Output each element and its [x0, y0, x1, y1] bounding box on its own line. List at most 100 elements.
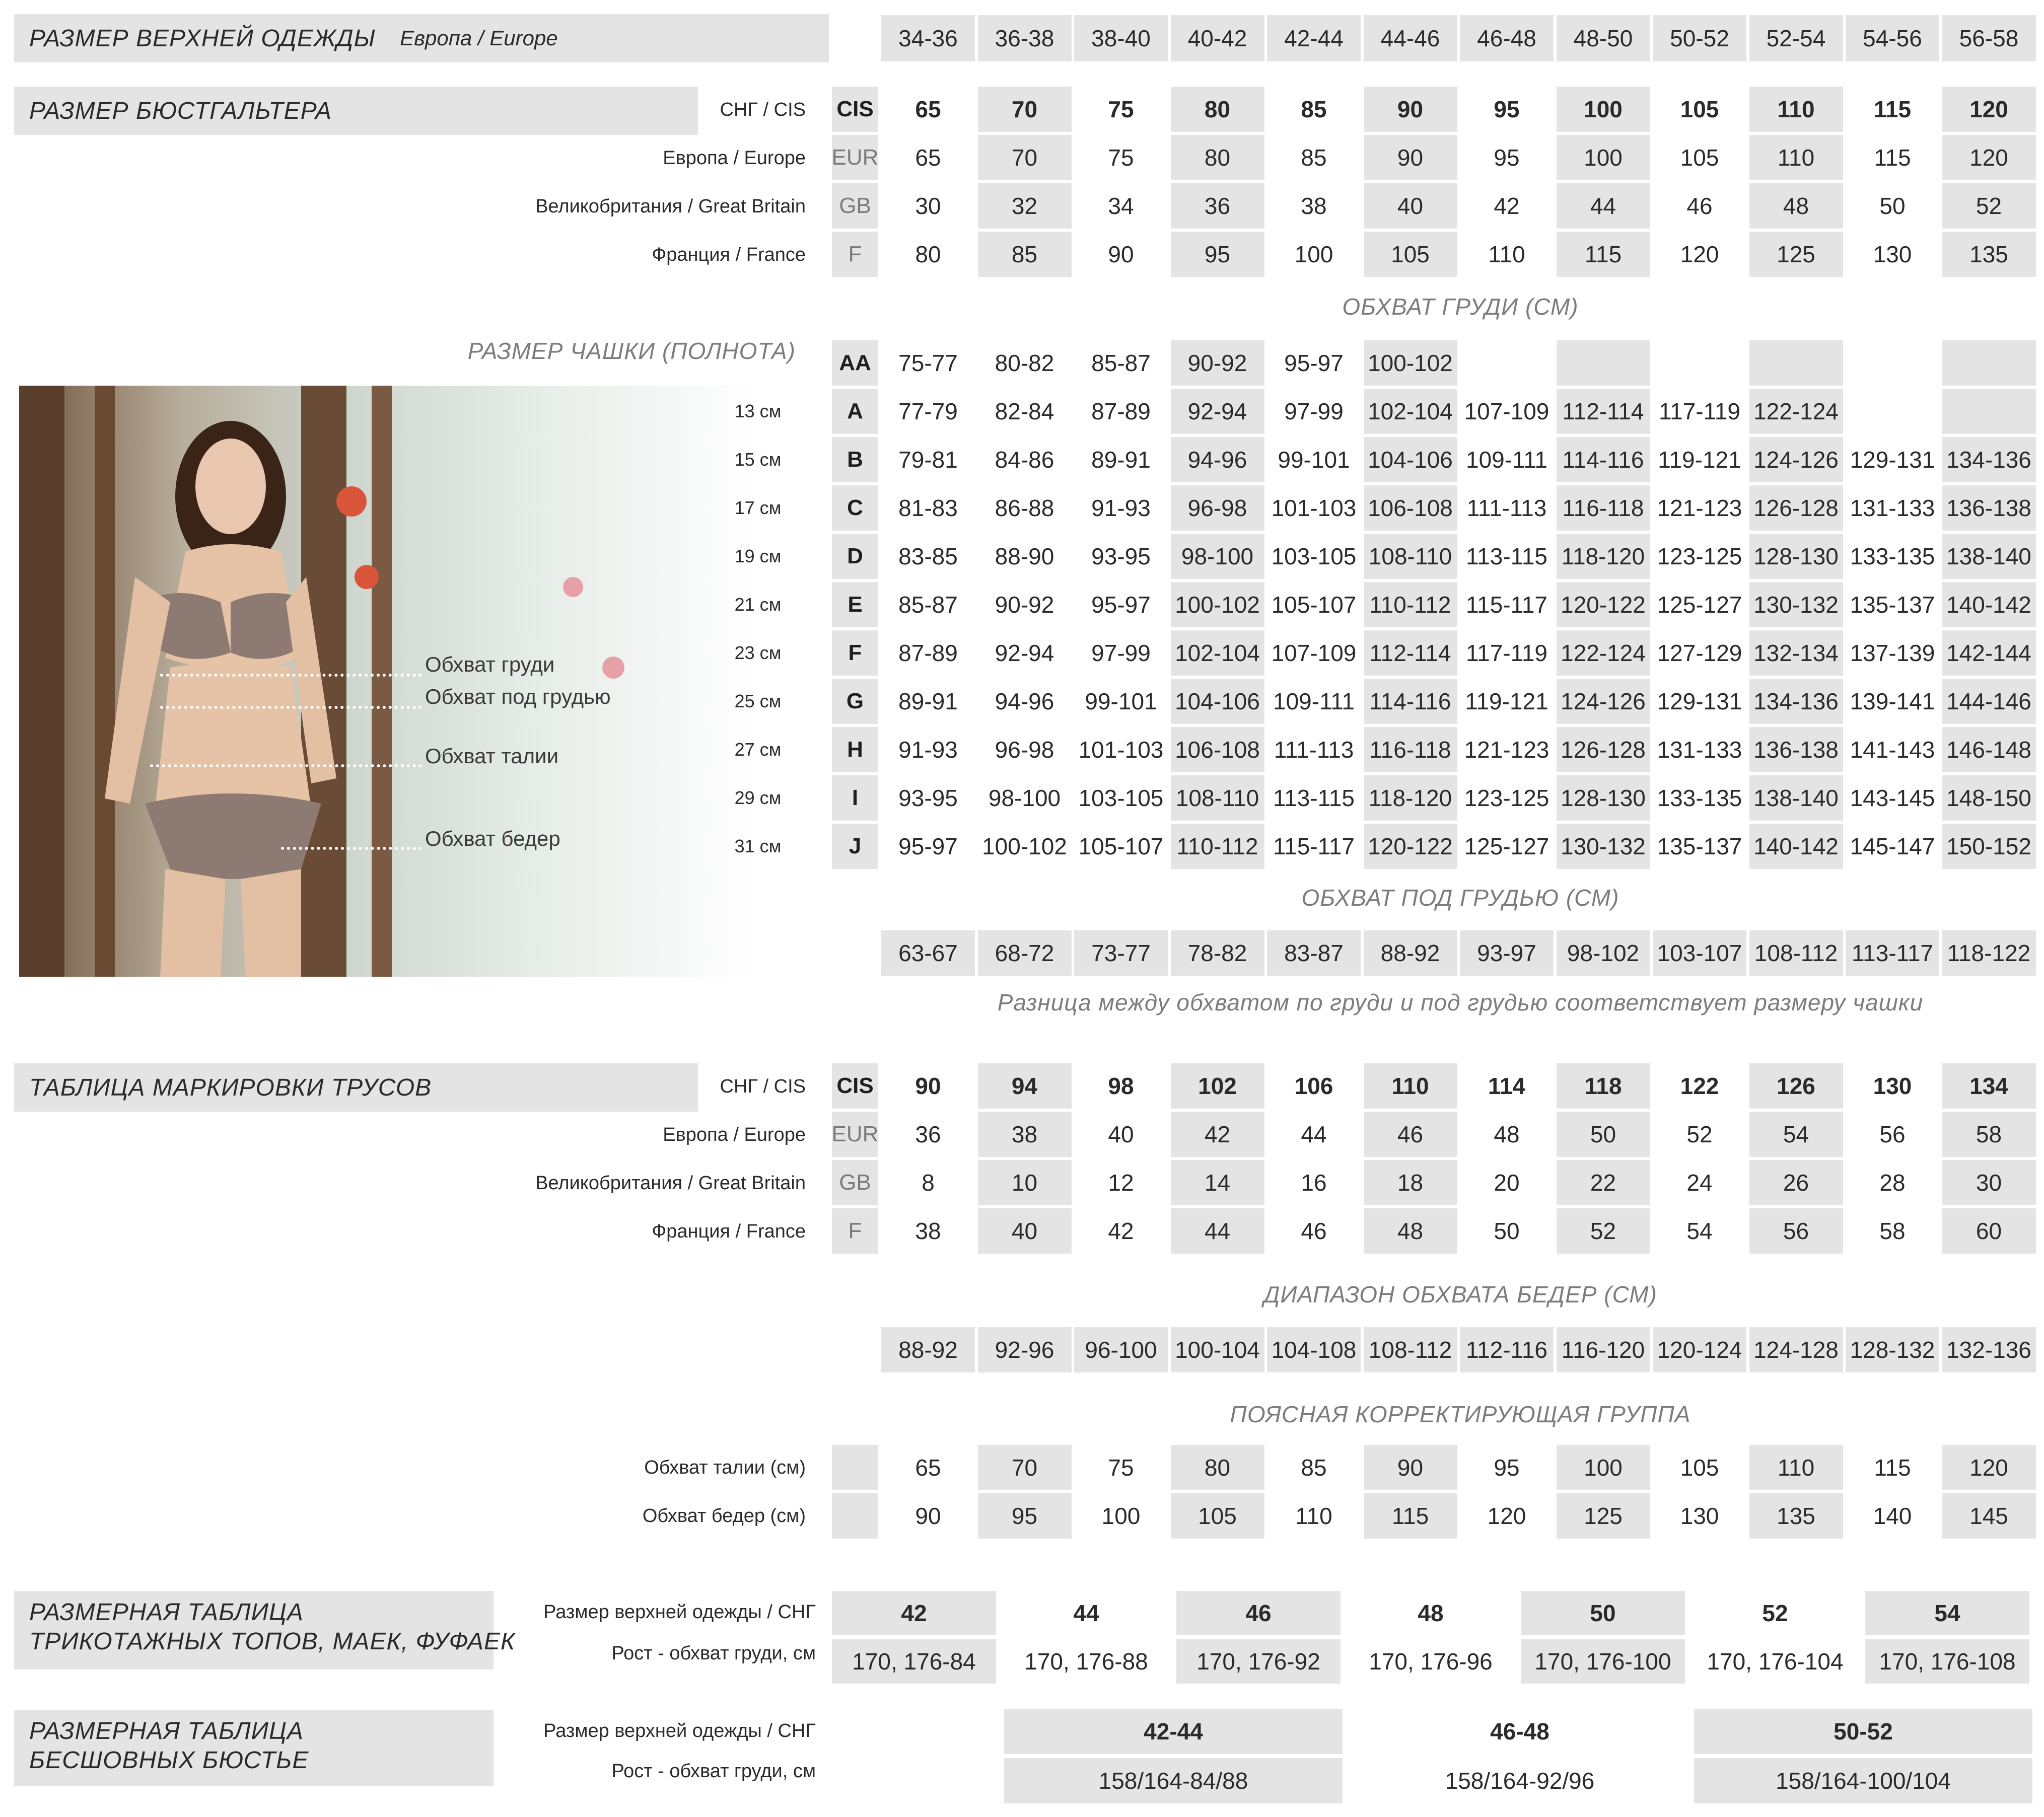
cup-cell: 134-136 [1942, 437, 2036, 482]
cup-cell: 109-111 [1273, 688, 1355, 714]
outerwear-size-cell: 42-44 [1267, 15, 1361, 61]
cup-cell: 100-102 [982, 833, 1067, 859]
cup-cell: 88-90 [995, 543, 1054, 569]
cup-depth-label: 17 см [734, 497, 782, 518]
bustier-size-cell: 42-44 [1004, 1709, 1343, 1754]
waist-group-cell: 95 [977, 1493, 1072, 1539]
cup-cell: 91-93 [1091, 495, 1151, 521]
waist-group-cell: 120 [1487, 1503, 1526, 1529]
briefs-cell: 40 [977, 1208, 1072, 1254]
underbust-cell: 113-117 [1846, 930, 1939, 976]
briefs-cell: 60 [1942, 1208, 2036, 1254]
waist-group-cell: 90 [1363, 1445, 1457, 1490]
bra-cell: 65 [915, 96, 941, 122]
waist-group-cell: 80 [1170, 1445, 1264, 1490]
model-figure [105, 421, 624, 977]
briefs-cell: 20 [1494, 1170, 1520, 1196]
cup-cell: 132-134 [1749, 630, 1843, 676]
briefs-row-label: Европа / Europe [663, 1124, 806, 1145]
cup-cell: 136-138 [1749, 727, 1843, 772]
waist-group-row-label: Обхват талии (см) [644, 1457, 806, 1478]
cup-cell: 108-110 [1170, 775, 1264, 821]
cup-key: A [832, 389, 878, 434]
cup-cell: 126-128 [1556, 727, 1650, 772]
waist-group-cell: 100 [1101, 1503, 1141, 1529]
cup-cell: 110-112 [1170, 824, 1264, 869]
tops-height-cell: 170, 176-104 [1707, 1648, 1844, 1675]
briefs-row-key: GB [832, 1160, 878, 1205]
cup-cell: 115-117 [1466, 592, 1547, 618]
briefs-cell: 8 [922, 1170, 935, 1196]
cup-cell [1846, 389, 1939, 434]
briefs-cell: 90 [915, 1073, 941, 1099]
briefs-cell: 56 [1879, 1121, 1906, 1147]
cup-cell: 127-129 [1657, 640, 1742, 666]
bra-cell: 85 [1301, 144, 1327, 171]
briefs-cell: 56 [1749, 1208, 1843, 1254]
cup-cell: 87-89 [898, 640, 958, 666]
cup-cell: 136-138 [1942, 485, 2036, 531]
bra-cell: 100 [1556, 135, 1650, 180]
bra-cell: 90 [1363, 135, 1457, 180]
waist-group-cell: 85 [1301, 1455, 1327, 1481]
cup-cell [1653, 340, 1746, 386]
bra-cell: 85 [1301, 96, 1327, 122]
cup-cell: 89-91 [1091, 447, 1151, 473]
cup-cell: 145-147 [1850, 833, 1935, 859]
cup-key: B [832, 437, 878, 482]
cup-key: F [832, 630, 878, 676]
bustier-title-line2: БЕСШОВНЫХ БЮСТЬЕ [29, 1747, 309, 1774]
cup-cell: 112-114 [1556, 389, 1650, 434]
bra-cell: 115 [1873, 96, 1912, 122]
waist-group-cell: 100 [1556, 1445, 1650, 1490]
briefs-cell: 130 [1873, 1073, 1912, 1099]
bra-cell: 95 [1494, 96, 1520, 122]
bra-cell: 100 [1556, 87, 1650, 132]
cup-cell: 119-121 [1465, 688, 1548, 714]
cup-depth-label: 31 см [734, 836, 782, 856]
bra-cell: 90 [1108, 241, 1134, 267]
cup-cell: 115-117 [1273, 833, 1355, 859]
cup-cell: 87-89 [1091, 398, 1151, 424]
outerwear-size-cell: 50-52 [1653, 15, 1746, 61]
cup-cell: 134-136 [1749, 679, 1843, 724]
cup-cell [1846, 340, 1939, 386]
bustier-header: РАЗМЕРНАЯ ТАБЛИЦА БЕСШОВНЫХ БЮСТЬЕ [14, 1710, 494, 1786]
briefs-cell: 54 [1749, 1112, 1843, 1157]
underbust-cell: 103-107 [1653, 930, 1746, 976]
briefs-cell: 134 [1942, 1063, 2036, 1109]
cup-cell: 113-115 [1273, 785, 1355, 811]
cup-cell: 95-97 [1284, 350, 1344, 376]
briefs-cell: 10 [977, 1160, 1072, 1205]
briefs-cell: 44 [1170, 1208, 1264, 1254]
cup-cell [1460, 340, 1554, 386]
cup-cell: 102-104 [1363, 389, 1457, 434]
bra-row-label: Великобритания / Great Britain [535, 195, 806, 217]
cup-cell: 110-112 [1363, 582, 1457, 627]
cup-cell: 109-111 [1466, 447, 1547, 473]
tops-title-line2: ТРИКОТАЖНЫХ ТОПОВ, МАЕК, ФУФАЕК [29, 1628, 516, 1655]
cup-depth-label: 21 см [734, 594, 782, 615]
cup-cell: 97-99 [1284, 398, 1344, 424]
tops-height-cell: 170, 176-96 [1369, 1648, 1493, 1675]
bustier-height-cell: 158/164-92/96 [1445, 1768, 1595, 1794]
hips-caption: ДИАПАЗОН ОБХВАТА БЕДЕР (СМ) [1263, 1281, 1657, 1307]
cup-cell: 125-127 [1464, 833, 1549, 859]
underbust-cell: 108-112 [1749, 930, 1843, 976]
cup-cell: 135-137 [1850, 592, 1935, 618]
hips-cell: 104-108 [1267, 1327, 1361, 1372]
cup-cell: 107-109 [1271, 640, 1357, 666]
cup-cell: 120-122 [1363, 824, 1457, 869]
tops-header: РАЗМЕРНАЯ ТАБЛИЦА ТРИКОТАЖНЫХ ТОПОВ, МАЕ… [14, 1591, 516, 1669]
cup-cell: 114-116 [1363, 679, 1457, 724]
briefs-cell: 16 [1301, 1170, 1327, 1196]
bra-row-label: СНГ / CIS [720, 99, 806, 120]
cup-cell: 111-113 [1274, 737, 1354, 763]
bra-cell: 120 [1680, 241, 1719, 267]
cup-key: E [832, 582, 878, 627]
outerwear-subtitle: Европа / Europe [400, 26, 558, 50]
measure-label-chest: Обхват груди [425, 652, 555, 676]
cup-cell: 131-133 [1657, 737, 1742, 763]
waist-group-cell: 90 [915, 1503, 941, 1529]
hips-cell: 124-128 [1749, 1327, 1843, 1372]
